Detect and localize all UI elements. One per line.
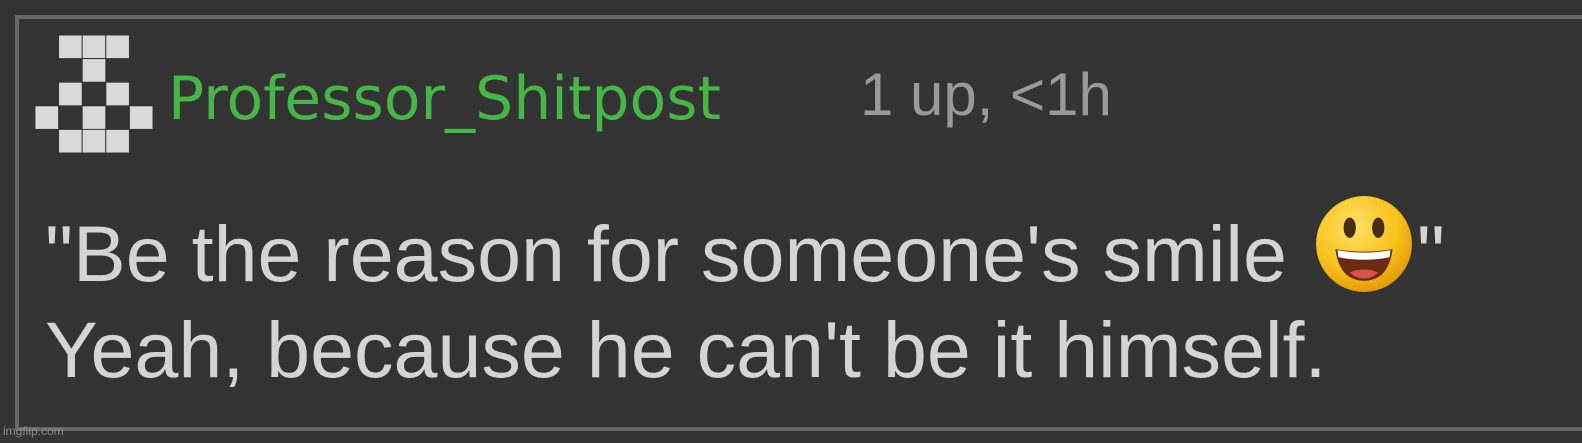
- avatar[interactable]: [35, 35, 153, 153]
- comment-text-part: ": [1416, 209, 1445, 298]
- username-link[interactable]: Professor_Shitpost: [168, 62, 721, 136]
- comment-text-line-1: "Be the reason for someone's smile ": [45, 193, 1445, 302]
- comment-meta: 1 up, <1h: [860, 61, 1112, 128]
- comment-text-part: "Be the reason for someone's smile: [45, 209, 1309, 298]
- smiling-face-emoji-icon: [1313, 193, 1415, 295]
- watermark: imgflip.com: [3, 424, 64, 438]
- comment-text-line-2: Yeah, because he can't be it himself.: [45, 305, 1327, 394]
- pixel-avatar-icon: [35, 35, 153, 153]
